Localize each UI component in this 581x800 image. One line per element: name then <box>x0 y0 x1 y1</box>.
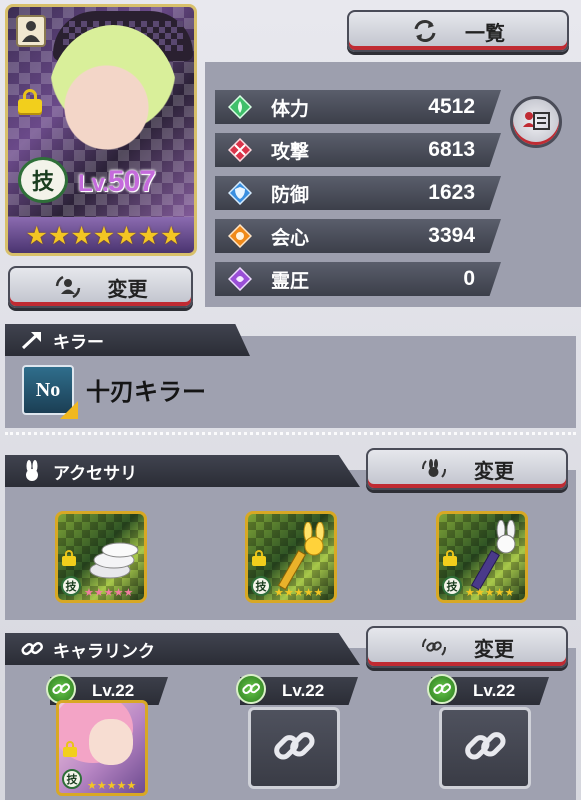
critical-gem-icon <box>227 223 253 249</box>
chara-link-change-label: 変更 <box>474 636 514 661</box>
rabbit-swap-icon <box>420 456 448 482</box>
stat-label: 霊圧 <box>271 269 310 292</box>
change-character-button[interactable]: 変更 <box>8 266 193 308</box>
skill-type-badge: 技 <box>251 576 271 596</box>
coins-icon <box>84 536 142 588</box>
star-icon: ★ <box>92 220 116 250</box>
list-button[interactable]: 一覧 <box>347 10 569 52</box>
stat-value: 1623 <box>428 181 475 204</box>
stat-label: 防御 <box>271 183 310 206</box>
chara-link-change-button[interactable]: 変更 <box>366 626 568 668</box>
stat-row-spirit: 霊圧 0 <box>215 262 501 296</box>
link-card-stars: ★ ★ ★ ★ ★ <box>87 779 137 792</box>
character-level: Lv.507 <box>78 165 156 198</box>
link-slot-3-empty[interactable] <box>439 707 531 789</box>
rabbit-icon <box>19 460 45 482</box>
accessory-slot-2[interactable]: 技 ★ ★ ★ ★ ★ <box>245 511 337 603</box>
empty-link-chain-icon <box>463 724 507 772</box>
skill-type-badge: 技 <box>61 576 81 596</box>
profile-card-icon <box>521 107 551 137</box>
divider <box>5 432 576 435</box>
link-swap-icon <box>420 634 448 660</box>
star-icon: ★ <box>25 220 48 250</box>
link-chain-icon <box>19 638 45 660</box>
stat-label: 会心 <box>271 226 310 249</box>
lock-icon <box>252 550 266 566</box>
link-chain-icon <box>427 674 457 704</box>
hp-gem-icon <box>227 94 253 120</box>
killer-text: 十刃キラー <box>86 378 206 406</box>
accessory-change-button[interactable]: 変更 <box>366 448 568 490</box>
chara-link-header-label: キャラリンク <box>53 641 155 662</box>
swap-user-icon <box>54 274 82 300</box>
change-button-label: 変更 <box>107 276 148 301</box>
link-chain-icon <box>236 674 266 704</box>
star-icon: ★ <box>160 220 183 250</box>
killer-arrow-icon <box>19 330 45 350</box>
stat-value: 6813 <box>428 138 475 161</box>
linked-character-portrait <box>89 719 133 765</box>
rarity-stars: ★ ★ ★ ★ ★ ★ ★ <box>8 217 194 253</box>
empty-link-chain-icon <box>272 724 316 772</box>
stat-label: 体力 <box>271 97 310 120</box>
rabbit-pen-icon <box>465 519 523 596</box>
accessory-slot-1[interactable]: 技 ★ ★ ★ ★ ★ <box>55 511 147 603</box>
star-icon: ★ <box>70 220 93 250</box>
accessory-stars: ★ ★ ★ ★ ★ <box>465 586 515 599</box>
stat-row-critical: 会心 3394 <box>215 219 501 253</box>
stat-row-attack: 攻撃 6813 <box>215 133 501 167</box>
character-portrait <box>48 25 178 175</box>
character-card[interactable]: 技 Lv.507 ★ ★ ★ ★ ★ ★ ★ <box>5 4 197 256</box>
accessory-header: アクセサリ <box>5 455 360 487</box>
killer-header-label: キラー <box>53 332 104 353</box>
accessory-header-label: アクセサリ <box>53 463 138 484</box>
star-icon: ★ <box>137 220 161 250</box>
accessory-stars: ★ ★ ★ ★ ★ <box>274 586 324 599</box>
profile-detail-button[interactable] <box>510 96 562 148</box>
spirit-gem-icon <box>227 266 253 292</box>
skill-type-badge: 技 <box>18 157 68 203</box>
accessory-change-label: 変更 <box>474 458 514 483</box>
stat-row-hp: 体力 4512 <box>215 90 501 124</box>
screen: 技 Lv.507 ★ ★ ★ ★ ★ ★ ★ 一覧 変更 体力 4512 攻撃 <box>0 0 581 800</box>
lock-icon <box>18 89 42 115</box>
stat-value: 3394 <box>428 224 475 247</box>
attack-gem-icon <box>227 137 253 163</box>
link-slot-1-card[interactable]: 技 ★ ★ ★ ★ ★ <box>56 700 148 796</box>
stat-value: 4512 <box>428 95 475 118</box>
skill-type-badge: 技 <box>62 769 82 789</box>
killer-header: キラー <box>5 324 250 356</box>
stat-row-defense: 防御 1623 <box>215 176 501 210</box>
accessory-slot-3[interactable]: 技 ★ ★ ★ ★ ★ <box>436 511 528 603</box>
killer-icon-text: No <box>35 378 61 401</box>
lock-icon <box>62 550 76 566</box>
list-button-label: 一覧 <box>465 20 505 45</box>
stat-label: 攻撃 <box>271 140 310 163</box>
rabbit-staff-icon <box>274 521 332 596</box>
stat-value: 0 <box>463 267 475 290</box>
refresh-icon <box>411 18 439 44</box>
user-icon <box>16 15 46 47</box>
lock-icon <box>63 741 77 757</box>
chara-link-header: キャラリンク <box>5 633 360 665</box>
killer-type-icon: No <box>22 365 78 419</box>
star-icon: ★ <box>115 220 138 250</box>
star-icon: ★ <box>47 220 71 250</box>
defense-gem-icon <box>227 180 253 206</box>
accessory-stars: ★ ★ ★ ★ ★ <box>84 586 134 599</box>
lock-icon <box>443 550 457 566</box>
skill-type-badge: 技 <box>442 576 462 596</box>
link-slot-2-empty[interactable] <box>248 707 340 789</box>
